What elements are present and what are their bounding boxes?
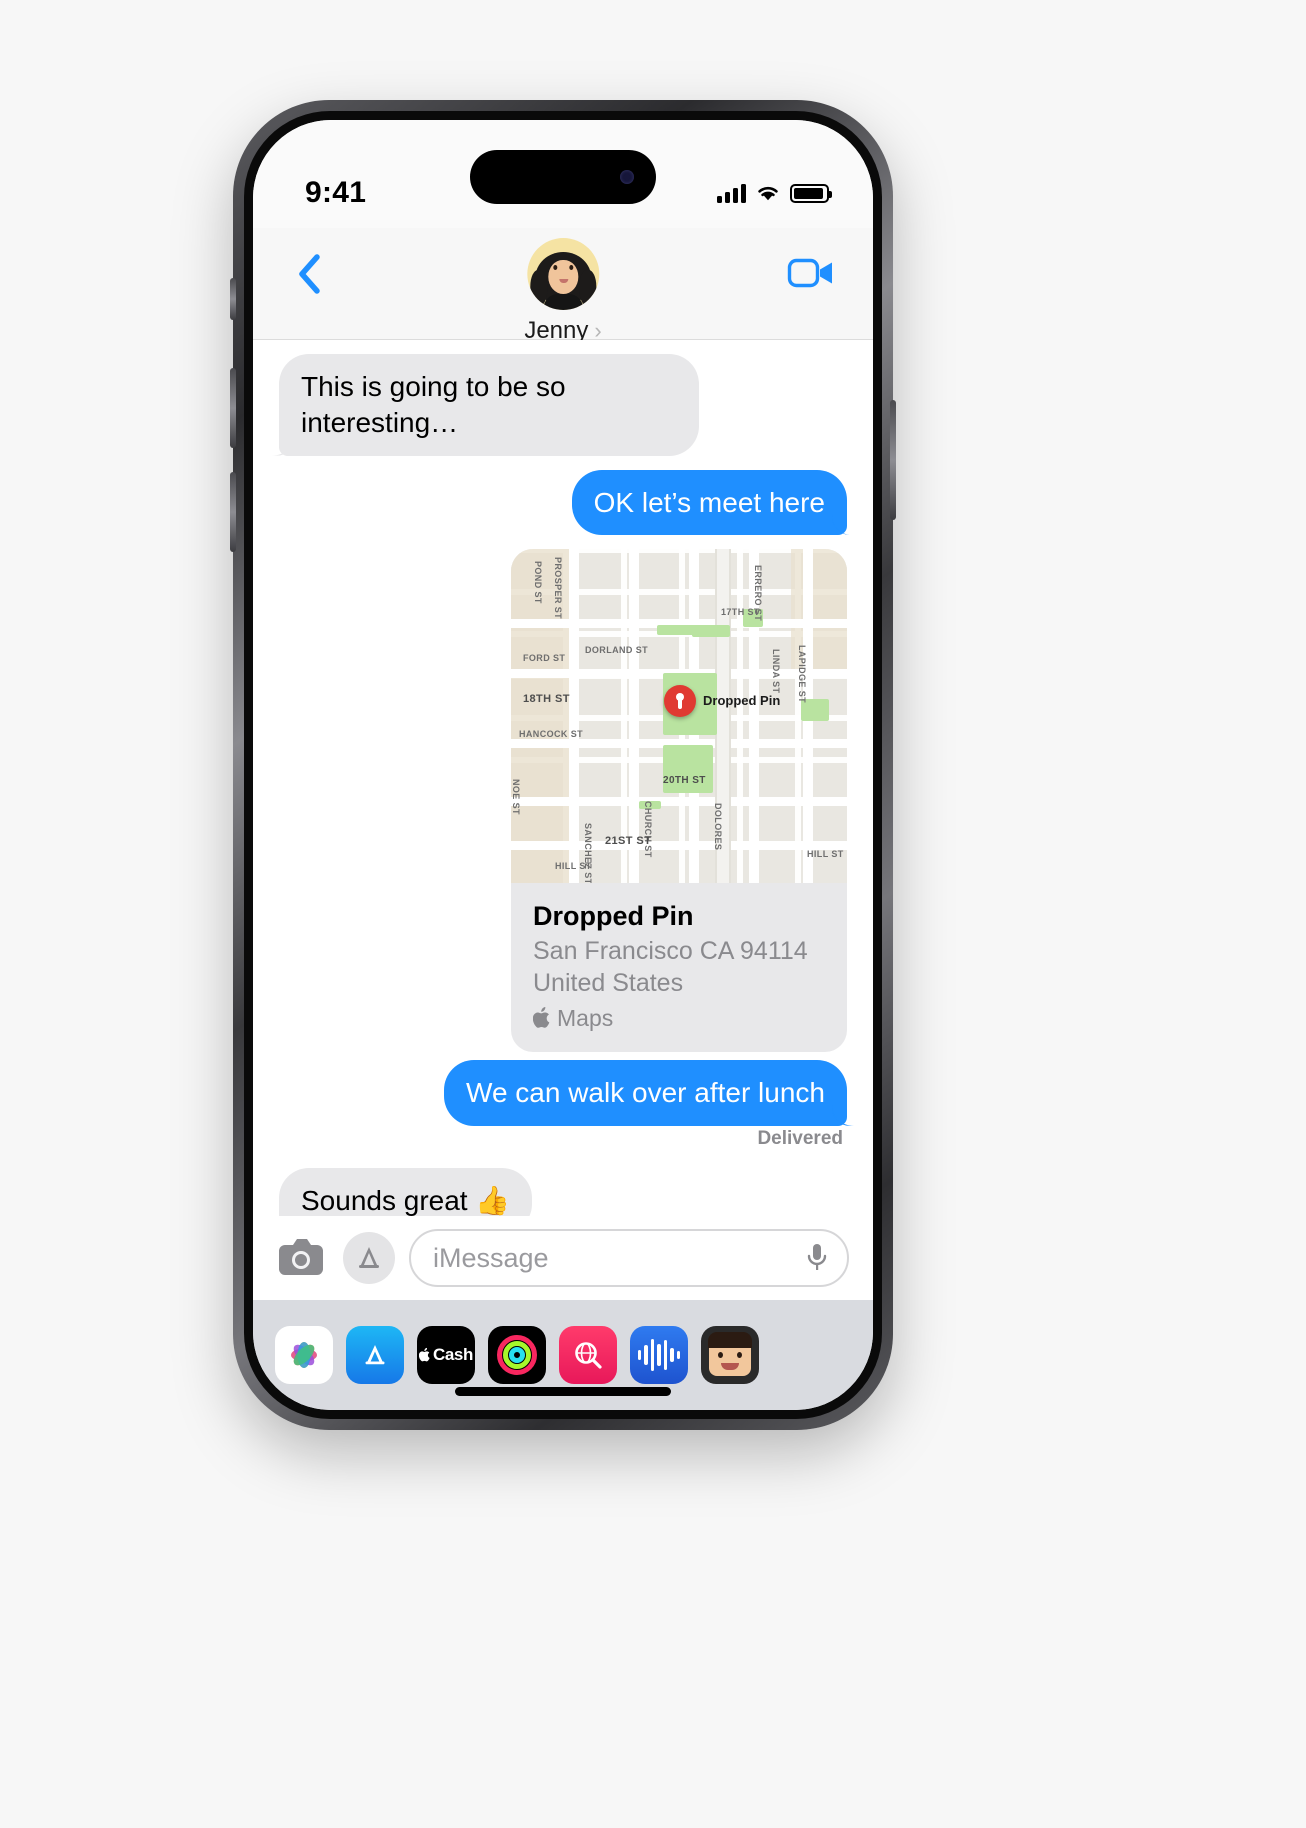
apps-button[interactable] [343,1232,395,1284]
silent-switch[interactable] [230,278,236,320]
map-street-label: HANCOCK ST [519,729,583,740]
map-street-label: ERRERO ST [753,565,763,622]
map-street-label: LINDA ST [771,649,781,694]
map-street-label: 21ST ST [605,835,652,848]
fitness-app-icon[interactable] [488,1326,546,1384]
map-street-label: NOE ST [511,779,521,816]
message-input-placeholder: iMessage [433,1242,549,1273]
maps-attribution: Maps [533,1005,825,1032]
message-row: OK let’s meet here [279,469,847,536]
message-bubble-outgoing[interactable]: OK let’s meet here [571,469,847,536]
map-street-label: PROSPER ST [553,557,563,620]
iphone-device-frame: 9:41 Jenny › This is going to be so inte… [230,100,896,1430]
microphone-icon [807,1244,827,1270]
map-street-label: CHURCH ST [643,801,653,859]
phone-bezel: 9:41 Jenny › This is going to be so inte… [244,111,882,1419]
apple-cash-app-icon[interactable]: Cash [417,1326,475,1384]
delivery-status-label: Delivered [757,1127,843,1149]
dynamic-island [470,150,656,204]
battery-icon [790,183,832,203]
message-input-bar: iMessage [253,1216,873,1300]
status-bar-clock: 9:41 [305,176,367,209]
phone-screen: 9:41 Jenny › This is going to be so inte… [253,120,873,1410]
app-store-icon [359,1247,379,1268]
volume-up-button[interactable] [230,368,236,448]
volume-down-button[interactable] [230,472,236,552]
chevron-left-icon [299,254,320,294]
location-address-line-1: San Francisco CA 94114 [533,937,808,966]
back-button[interactable] [287,252,331,296]
camera-icon [279,1239,323,1275]
map-street-label: DORLAND ST [585,645,648,656]
screenshot-stage: 9:41 Jenny › This is going to be so inte… [0,0,1306,1828]
map-street-label: POND ST [533,561,543,605]
video-camera-icon [787,258,832,288]
message-row: POND ST PROSPER ST FORD ST DORLAND ST 18… [279,549,847,1052]
apple-cash-label: Cash [433,1345,473,1364]
app-store-a-icon [365,1345,385,1365]
status-bar: 9:41 [253,120,873,228]
map-street-label: 18TH ST [523,693,570,706]
avatar[interactable] [527,238,599,310]
map-street-label: LAPIDGE ST [797,645,807,704]
wifi-icon [758,186,778,201]
conversation-nav-bar: Jenny › [253,228,873,344]
map-street-label: 20TH ST [663,775,706,787]
dictation-button[interactable] [797,1238,837,1278]
home-indicator[interactable] [455,1387,671,1396]
camera-button[interactable] [277,1232,329,1284]
maps-label: Maps [557,1004,614,1031]
magnifier-globe-icon [575,1342,602,1369]
photos-app-icon[interactable] [275,1326,333,1384]
message-row: We can walk over after lunch [279,1059,847,1126]
memoji-avatar-icon [530,248,596,310]
audio-message-icon[interactable] [630,1326,688,1384]
map-preview-image[interactable]: POND ST PROSPER ST FORD ST DORLAND ST 18… [511,549,847,884]
front-camera-icon [620,170,634,184]
apple-logo-icon [533,1007,550,1029]
map-street-label: HILL ST [807,849,844,860]
app-store-app-icon[interactable] [346,1326,404,1384]
map-street-label: DOLORES [713,803,723,851]
images-app-icon[interactable] [559,1326,617,1384]
cellular-signal-icon [717,183,746,203]
message-bubble-outgoing[interactable]: We can walk over after lunch [444,1059,847,1126]
map-street-label: SANCHEZ ST [583,823,593,884]
apple-logo-icon [419,1347,430,1362]
power-button[interactable] [890,400,896,520]
location-message-card[interactable]: POND ST PROSPER ST FORD ST DORLAND ST 18… [511,549,847,1052]
map-pin-label: Dropped Pin [703,693,781,709]
location-address-line-2: United States [533,968,684,997]
message-thread[interactable]: This is going to be so interesting… OK l… [253,340,873,1216]
location-card-details: Dropped Pin San Francisco CA 94114 Unite… [511,883,847,1052]
map-street-label: FORD ST [523,653,566,664]
message-row: This is going to be so interesting… [279,354,847,456]
status-bar-indicators [717,183,832,203]
location-title: Dropped Pin [533,901,694,932]
facetime-button[interactable] [783,250,839,296]
message-bubble-incoming[interactable]: Sounds great 👍 [279,1167,533,1216]
message-bubble-incoming[interactable]: This is going to be so interesting… [279,354,700,456]
message-row: Sounds great 👍 [279,1167,847,1216]
contact-header[interactable]: Jenny › [524,238,602,345]
map-street-label: HILL ST [555,861,592,872]
message-input-field[interactable]: iMessage [409,1229,849,1287]
memoji-app-icon[interactable] [701,1326,759,1384]
